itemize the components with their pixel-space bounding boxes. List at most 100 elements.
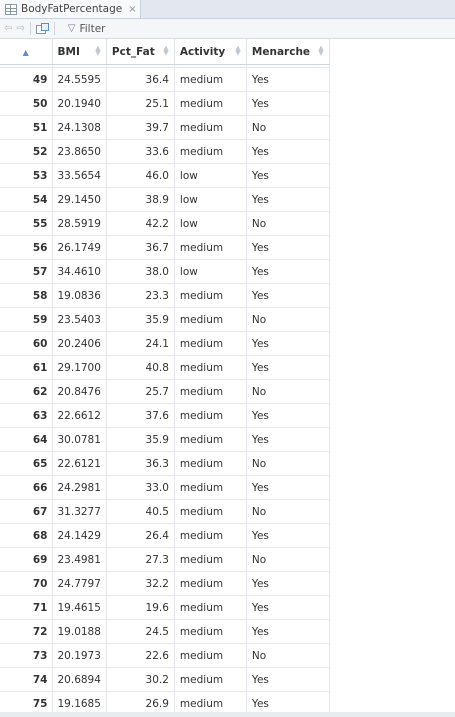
horizontal-scrollbar[interactable] — [0, 712, 455, 717]
back-arrow-icon[interactable]: ⇦ — [4, 23, 12, 34]
filter-icon[interactable]: ▽ — [68, 23, 76, 34]
close-icon[interactable]: × — [128, 4, 136, 15]
cell-bmi: 22.6121 — [52, 451, 107, 476]
cell-bmi: 26.1749 — [52, 235, 107, 260]
table-row[interactable]: 50 20.1940 25.1 medium Yes — [0, 91, 330, 116]
table-row[interactable]: 54 29.1450 38.9 low Yes — [0, 187, 330, 212]
cell-pct-fat: 24.5 — [106, 619, 175, 644]
column-header-index[interactable]: ▲ — [0, 39, 53, 65]
cell-pct-fat: 42.2 — [106, 211, 175, 236]
row-index: 68 — [0, 523, 53, 548]
sort-icon[interactable]: ▲ ▼ — [318, 45, 324, 57]
table-row[interactable]: 56 26.1749 36.7 medium Yes — [0, 235, 330, 260]
sort-icon[interactable]: ▲ ▼ — [95, 45, 101, 57]
cell-pct-fat: 32.2 — [106, 571, 175, 596]
cell-activity: low — [174, 211, 247, 236]
cell-activity: medium — [174, 427, 247, 452]
cell-pct-fat: 40.8 — [106, 355, 175, 380]
cell-pct-fat: 23.3 — [106, 283, 175, 308]
column-header-pct-fat[interactable]: Pct_Fat ▲ ▼ — [106, 39, 175, 65]
cell-bmi: 23.4981 — [52, 547, 107, 572]
open-in-window-icon[interactable] — [35, 23, 49, 34]
row-index: 66 — [0, 475, 53, 500]
cell-activity: medium — [174, 355, 247, 380]
table-row[interactable]: 71 19.4615 19.6 medium Yes — [0, 595, 330, 620]
cell-menarche: Yes — [246, 139, 330, 164]
table-row[interactable]: 72 19.0188 24.5 medium Yes — [0, 619, 330, 644]
cell-activity: medium — [174, 115, 247, 140]
cell-bmi: 29.1450 — [52, 187, 107, 212]
table-row[interactable]: 58 19.0836 23.3 medium Yes — [0, 283, 330, 308]
data-table: ▲ BMI ▲ ▼ Pct_Fat ▲ ▼ Activity ▲ ▼ Menarche ▲ ▼ … — [0, 39, 330, 716]
row-index: 60 — [0, 331, 53, 356]
table-row[interactable]: 55 28.5919 42.2 low No — [0, 211, 330, 236]
cell-menarche: Yes — [246, 427, 330, 452]
cell-pct-fat: 26.4 — [106, 523, 175, 548]
table-row[interactable]: 57 34.4610 38.0 low Yes — [0, 259, 330, 284]
filter-button[interactable]: Filter — [79, 23, 105, 35]
table-row[interactable]: 65 22.6121 36.3 medium No — [0, 451, 330, 476]
cell-pct-fat: 33.0 — [106, 475, 175, 500]
cell-bmi: 20.2406 — [52, 331, 107, 356]
row-index: 51 — [0, 115, 53, 140]
table-row[interactable]: 61 29.1700 40.8 medium Yes — [0, 355, 330, 380]
table-row[interactable]: 73 20.1973 22.6 medium No — [0, 643, 330, 668]
table-row[interactable]: 49 24.5595 36.4 medium Yes — [0, 67, 330, 92]
cell-pct-fat: 19.6 — [106, 595, 175, 620]
table-row[interactable]: 63 22.6612 37.6 medium Yes — [0, 403, 330, 428]
cell-activity: medium — [174, 547, 247, 572]
table-row[interactable]: 62 20.8476 25.7 medium No — [0, 379, 330, 404]
cell-activity: medium — [174, 403, 247, 428]
row-index: 59 — [0, 307, 53, 332]
cell-menarche: No — [246, 211, 330, 236]
forward-arrow-icon[interactable]: ⇨ — [16, 23, 24, 34]
cell-bmi: 23.8650 — [52, 139, 107, 164]
cell-menarche: Yes — [246, 619, 330, 644]
sort-icon[interactable]: ▲ ▼ — [235, 45, 241, 57]
table-row[interactable]: 68 24.1429 26.4 medium Yes — [0, 523, 330, 548]
cell-activity: medium — [174, 643, 247, 668]
cell-bmi: 20.8476 — [52, 379, 107, 404]
cell-activity: medium — [174, 619, 247, 644]
header-row: ▲ BMI ▲ ▼ Pct_Fat ▲ ▼ Activity ▲ ▼ Menarche ▲ ▼ — [0, 39, 330, 65]
row-index: 63 — [0, 403, 53, 428]
table-row[interactable]: 60 20.2406 24.1 medium Yes — [0, 331, 330, 356]
cell-menarche: Yes — [246, 67, 330, 92]
table-row[interactable]: 66 24.2981 33.0 medium Yes — [0, 475, 330, 500]
sort-icon[interactable]: ▲ ▼ — [163, 45, 169, 57]
table-row[interactable]: 59 23.5403 35.9 medium No — [0, 307, 330, 332]
table-row[interactable]: 52 23.8650 33.6 medium Yes — [0, 139, 330, 164]
cell-menarche: No — [246, 115, 330, 140]
cell-activity: low — [174, 163, 247, 188]
cell-menarche: No — [246, 643, 330, 668]
table-row[interactable]: 64 30.0781 35.9 medium Yes — [0, 427, 330, 452]
row-index: 54 — [0, 187, 53, 212]
table-row[interactable]: 74 20.6894 30.2 medium Yes — [0, 667, 330, 692]
cell-activity: medium — [174, 235, 247, 260]
cell-bmi: 24.5595 — [52, 67, 107, 92]
cell-menarche: Yes — [246, 91, 330, 116]
tab-bodyfatpercentage[interactable]: BodyFatPercentage × — [0, 0, 141, 18]
cell-activity: medium — [174, 67, 247, 92]
cell-menarche: Yes — [246, 523, 330, 548]
row-index: 70 — [0, 571, 53, 596]
cell-menarche: Yes — [246, 571, 330, 596]
cell-bmi: 31.3277 — [52, 499, 107, 524]
column-header-activity[interactable]: Activity ▲ ▼ — [174, 39, 247, 65]
cell-bmi: 19.4615 — [52, 595, 107, 620]
cell-activity: medium — [174, 595, 247, 620]
cell-activity: medium — [174, 667, 247, 692]
table-row[interactable]: 67 31.3277 40.5 medium No — [0, 499, 330, 524]
column-header-bmi[interactable]: BMI ▲ ▼ — [52, 39, 107, 65]
table-row[interactable]: 69 23.4981 27.3 medium No — [0, 547, 330, 572]
table-row[interactable]: 70 24.7797 32.2 medium Yes — [0, 571, 330, 596]
table-row[interactable]: 53 33.5654 46.0 low Yes — [0, 163, 330, 188]
cell-menarche: No — [246, 451, 330, 476]
cell-activity: medium — [174, 523, 247, 548]
tab-bar: BodyFatPercentage × — [0, 0, 455, 19]
cell-menarche: No — [246, 307, 330, 332]
cell-pct-fat: 46.0 — [106, 163, 175, 188]
table-row[interactable]: 51 24.1308 39.7 medium No — [0, 115, 330, 140]
column-header-menarche[interactable]: Menarche ▲ ▼ — [246, 39, 330, 65]
cell-bmi: 24.1429 — [52, 523, 107, 548]
